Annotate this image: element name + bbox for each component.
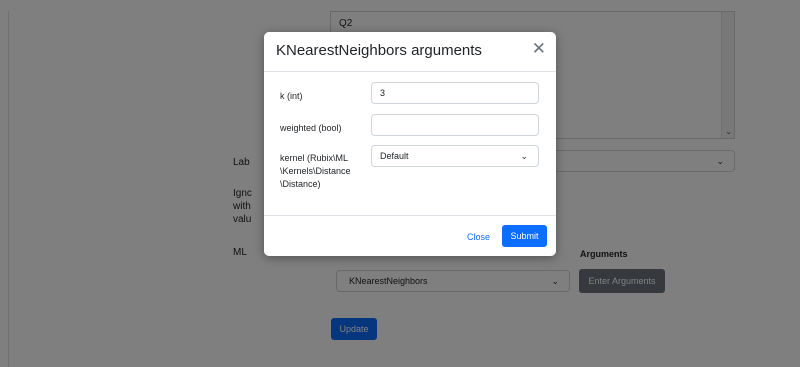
k-label: k (int) (280, 91, 303, 101)
weighted-input[interactable] (371, 114, 539, 136)
kernel-select-value: Default (380, 151, 409, 161)
k-input[interactable]: 3 (371, 82, 539, 104)
app-root: Q2 ⌄ Lab ⌄ Ignc with valu ML Arguments K… (0, 0, 800, 367)
close-button[interactable]: Close (467, 232, 490, 242)
modal-header: KNearestNeighbors arguments ✕ (264, 32, 556, 72)
arguments-modal: KNearestNeighbors arguments ✕ k (int) 3 … (264, 32, 556, 256)
submit-button[interactable]: Submit (502, 225, 547, 247)
kernel-label-line1: kernel (Rubix\ML (280, 153, 349, 163)
close-icon[interactable]: ✕ (532, 40, 546, 57)
chevron-down-icon: ⌄ (520, 151, 528, 161)
weighted-label: weighted (bool) (280, 123, 342, 133)
modal-title: KNearestNeighbors arguments (276, 42, 482, 59)
kernel-label-line3: \Distance) (280, 179, 321, 189)
kernel-label-line2: \Kernels\Distance (280, 166, 351, 176)
kernel-select[interactable]: Default ⌄ (371, 145, 539, 167)
